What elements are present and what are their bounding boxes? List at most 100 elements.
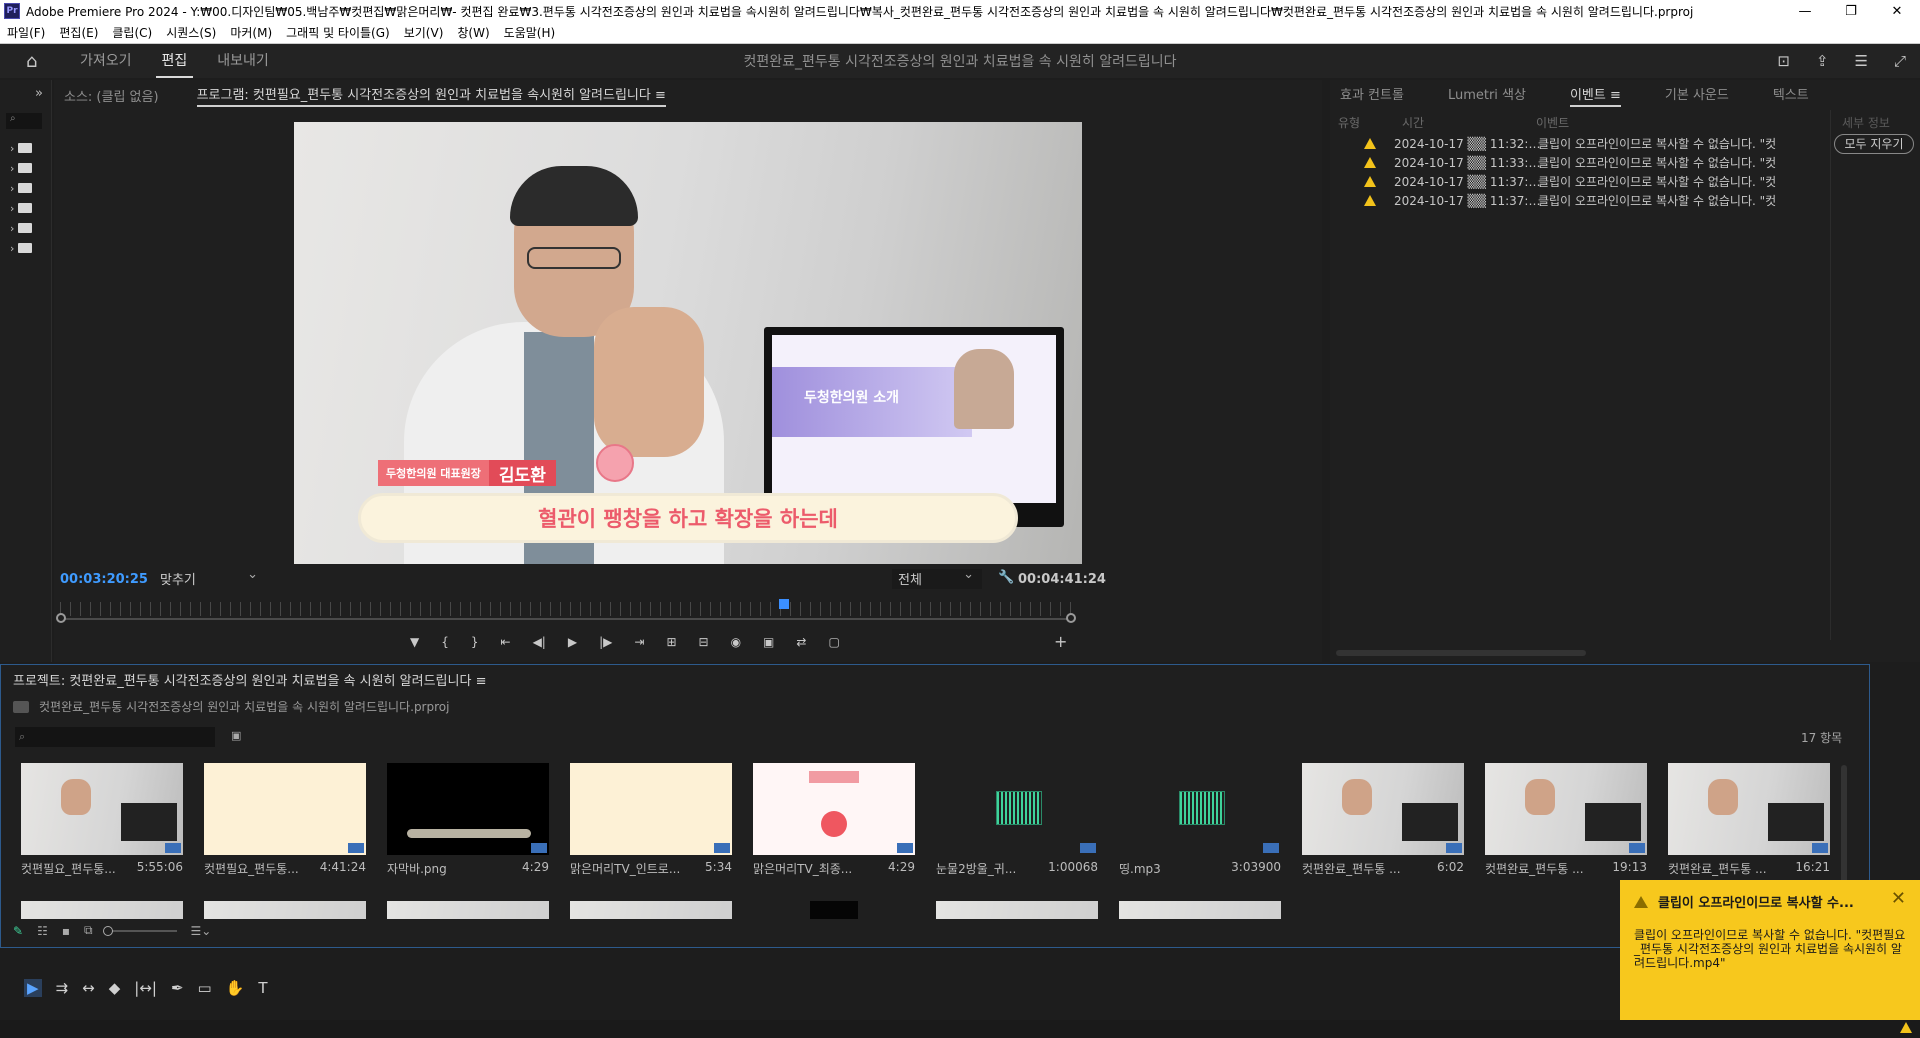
menu-edit[interactable]: 편집(E)	[52, 24, 105, 41]
home-icon[interactable]: ⌂	[26, 51, 56, 72]
toast-notification[interactable]: 클립이 오프라인이므로 복사할 수... ✕ 클립이 오프라인이므로 복사할 수…	[1620, 880, 1920, 1020]
new-bin-icon[interactable]: ▣	[231, 729, 241, 742]
export-frame-icon[interactable]: ◉	[731, 635, 741, 649]
toast-close-button[interactable]: ✕	[1891, 888, 1906, 909]
menu-sequence[interactable]: 시퀀스(S)	[159, 24, 223, 41]
tab-source[interactable]: 소스: (클립 없음)	[64, 86, 159, 105]
go-to-out-icon[interactable]: ⇥	[634, 635, 644, 649]
current-timecode[interactable]: 00:03:20:25	[60, 572, 148, 587]
tab-edit[interactable]: 편집	[155, 44, 194, 78]
project-item-thumb[interactable]	[570, 763, 732, 855]
event-row[interactable]: 2024-10-17 ▒▒ 11:37:… 클립이 오프라인이므로 복사할 수 …	[1330, 191, 1830, 210]
project-item-thumb[interactable]	[21, 901, 183, 919]
maximize-button[interactable]: ❐	[1828, 4, 1874, 19]
project-item-thumb[interactable]	[1668, 763, 1830, 855]
mark-in-icon[interactable]: {	[441, 635, 449, 649]
menu-view[interactable]: 보기(V)	[397, 24, 451, 41]
tab-effect-controls[interactable]: 효과 컨트롤	[1340, 84, 1404, 107]
rectangle-tool-icon[interactable]: ▭	[198, 979, 212, 997]
project-item-thumb[interactable]	[204, 901, 366, 919]
lift-icon[interactable]: ⊞	[666, 635, 676, 649]
menu-graphics[interactable]: 그래픽 및 타이틀(G)	[279, 24, 397, 41]
minimize-button[interactable]: —	[1782, 4, 1828, 19]
tab-program[interactable]: 프로그램: 컷편필요_편두통 시각전조증상의 원인과 치료법을 속시원히 알려드…	[196, 84, 666, 107]
menu-marker[interactable]: 마커(M)	[223, 24, 279, 41]
project-item-thumb[interactable]	[387, 901, 549, 919]
project-item-thumb[interactable]	[1302, 763, 1464, 855]
tab-text[interactable]: 텍스트	[1773, 84, 1809, 107]
project-item-thumb[interactable]	[387, 763, 549, 855]
playhead[interactable]	[778, 599, 789, 609]
selection-tool-icon[interactable]: ▶	[24, 979, 42, 997]
bin-item[interactable]: ›	[10, 180, 44, 196]
track-select-tool-icon[interactable]: ⇉	[56, 979, 69, 997]
mark-out-icon[interactable]: }	[471, 635, 479, 649]
ripple-edit-tool-icon[interactable]: ↔	[82, 979, 95, 997]
status-warning-icon[interactable]	[1900, 1022, 1912, 1033]
button-editor-icon[interactable]: +	[1054, 632, 1067, 651]
type-tool-icon[interactable]: T	[258, 979, 267, 997]
razor-tool-icon[interactable]: ◆	[109, 979, 121, 997]
extract-icon[interactable]: ⊟	[699, 635, 709, 649]
scrollbar-handle-left[interactable]	[56, 613, 66, 623]
playback-resolution-select[interactable]: 전체	[892, 567, 982, 589]
project-item-thumb[interactable]	[21, 763, 183, 855]
event-row[interactable]: 2024-10-17 ▒▒ 11:32:… 클립이 오프라인이므로 복사할 수 …	[1330, 134, 1830, 153]
sort-icon[interactable]: ☰⌄	[191, 924, 212, 938]
menu-file[interactable]: 파일(F)	[0, 24, 52, 41]
project-item-thumb[interactable]	[570, 901, 732, 919]
add-marker-icon[interactable]: ▼	[410, 635, 419, 649]
pen-tool-icon[interactable]: ✒	[171, 979, 184, 997]
step-forward-icon[interactable]: |▶	[599, 635, 612, 649]
safe-margins-icon[interactable]: ▢	[828, 635, 839, 649]
bin-item[interactable]: ›	[10, 160, 44, 176]
project-item-thumb[interactable]	[1485, 763, 1647, 855]
clear-all-button[interactable]: 모두 지우기	[1834, 134, 1914, 154]
bin-item[interactable]: ›	[10, 200, 44, 216]
project-item-thumb[interactable]	[1119, 901, 1281, 919]
panel-menu-icon[interactable]: ≡	[655, 88, 666, 103]
video-frame[interactable]: 두청한의원 소개 두청한의원 대표원장 김도환 혈관이 팽창을 하고 확장을 하…	[294, 122, 1082, 564]
scrollbar-handle-right[interactable]	[1066, 613, 1076, 623]
project-item-thumb[interactable]	[810, 901, 858, 919]
tab-essential-sound[interactable]: 기본 사운드	[1665, 84, 1729, 107]
menu-help[interactable]: 도움말(H)	[497, 24, 563, 41]
fullscreen-icon[interactable]: ⤢	[1894, 52, 1906, 70]
workspaces-icon[interactable]: ☰	[1855, 52, 1868, 70]
project-item-thumb[interactable]	[753, 763, 915, 855]
project-item[interactable]: 맑은머리TV_인트로... 5:34	[570, 763, 732, 879]
pencil-icon[interactable]: ✎	[13, 924, 23, 938]
project-search-input[interactable]: ⌕	[15, 727, 215, 747]
bin-search-icon[interactable]: ⌕	[6, 113, 42, 129]
freeform-view-icon[interactable]: ⧉	[84, 923, 93, 938]
project-item-thumb[interactable]	[204, 763, 366, 855]
project-item[interactable]: 자막바.png 4:29	[387, 763, 549, 879]
menu-clip[interactable]: 클립(C)	[105, 24, 159, 41]
tab-export[interactable]: 내보내기	[211, 44, 275, 78]
project-tab[interactable]: 프로젝트: 컷편완료_편두통 시각전조증상의 원인과 치료법을 속 시원히 알려…	[13, 670, 486, 689]
event-row[interactable]: 2024-10-17 ▒▒ 11:33:… 클립이 오프라인이므로 복사할 수 …	[1330, 153, 1830, 172]
project-item[interactable]: 컷편완료_편두통 ... 6:02	[1302, 763, 1464, 879]
menu-window[interactable]: 창(W)	[450, 24, 496, 41]
go-to-in-icon[interactable]: ⇤	[501, 635, 511, 649]
project-item[interactable]: 컷편완료_편두통 ... 19:13	[1485, 763, 1647, 879]
slip-tool-icon[interactable]: |↔|	[134, 979, 157, 997]
zoom-fit-select[interactable]: 맞추기	[154, 567, 266, 589]
settings-wrench-icon[interactable]: 🔧	[998, 570, 1014, 585]
hand-tool-icon[interactable]: ✋	[226, 979, 245, 997]
tab-lumetri-color[interactable]: Lumetri 색상	[1448, 84, 1526, 107]
project-item[interactable]: 컷편필요_편두통... 5:55:06	[21, 763, 183, 879]
project-item-thumb[interactable]	[1119, 763, 1281, 855]
comparison-view-icon[interactable]: ▣	[763, 635, 774, 649]
bin-item[interactable]: ›	[10, 240, 44, 256]
project-item-thumb[interactable]	[936, 901, 1098, 919]
project-item[interactable]: 컷편완료_편두통 ... 16:21	[1668, 763, 1830, 879]
panel-menu-icon[interactable]: ≡	[1610, 88, 1621, 103]
tab-events[interactable]: 이벤트 ≡	[1569, 84, 1621, 107]
panel-menu-icon[interactable]: ≡	[476, 674, 487, 689]
project-item[interactable]: 띵.mp3 3:03900	[1119, 763, 1281, 879]
list-view-icon[interactable]: ☷	[37, 924, 48, 938]
bin-item[interactable]: ›	[10, 140, 44, 156]
project-item-thumb[interactable]	[936, 763, 1098, 855]
icon-view-icon[interactable]: ▪	[62, 924, 70, 938]
